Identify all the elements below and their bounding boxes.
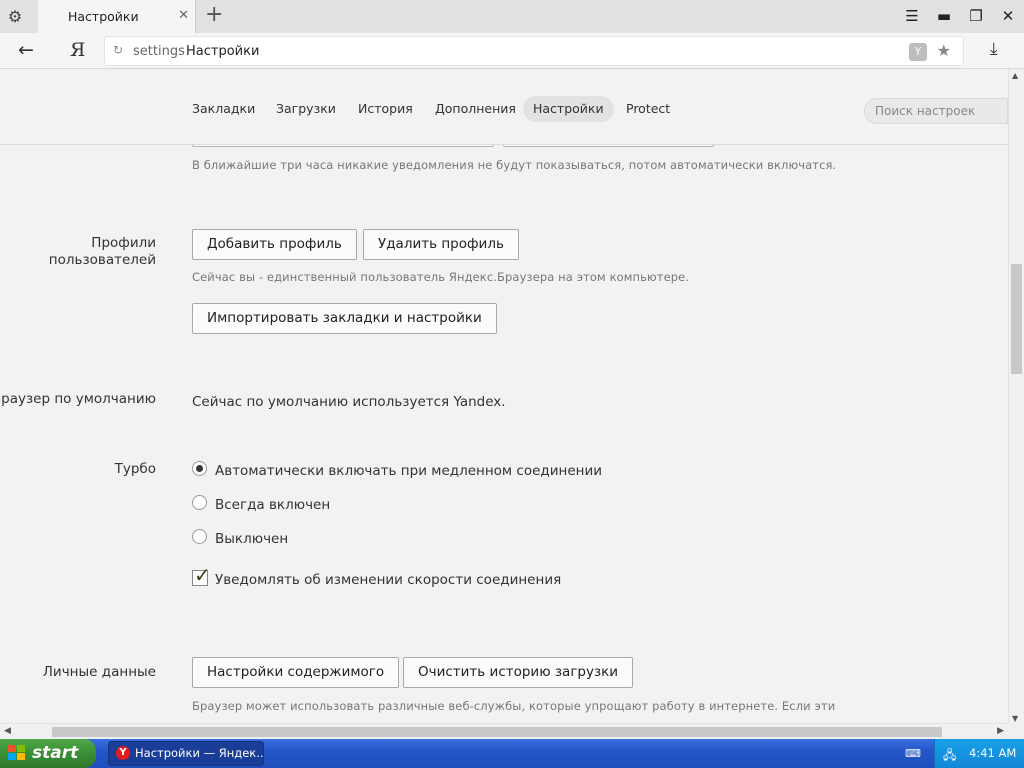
add-profile-button[interactable]: Добавить профиль <box>192 229 357 260</box>
close-icon[interactable]: ✕ <box>178 8 189 23</box>
nav-protect[interactable]: Protect <box>616 96 680 122</box>
taskbar-item-yandex[interactable]: Y Настройки — Яндек... <box>108 741 264 766</box>
default-browser-label: Браузер по умолчанию <box>0 391 156 407</box>
turbo-off-label[interactable]: Выключен <box>215 531 288 547</box>
vertical-scroll-thumb[interactable] <box>1011 264 1022 374</box>
turbo-always-label[interactable]: Всегда включен <box>215 497 330 513</box>
notify-speed-label[interactable]: Уведомлять об изменении скорости соедине… <box>215 572 561 588</box>
search-input[interactable]: Поиск настроек <box>864 98 1008 124</box>
address-bar[interactable]: ↻ settings Настройки Y ★ <box>104 36 964 66</box>
clear-history-button[interactable]: Очистить историю загрузки <box>403 657 634 688</box>
profiles-label-line2: пользователей <box>48 252 156 268</box>
scrollbar-corner <box>1008 723 1024 739</box>
turbo-label: Турбо <box>114 461 156 477</box>
nav-history[interactable]: История <box>348 96 423 122</box>
window-controls: ☰ ▬ ❐ ✕ <box>902 6 1018 26</box>
tab-settings[interactable]: Настройки ✕ <box>38 0 196 33</box>
restore-icon[interactable]: ❐ <box>966 6 986 26</box>
yandex-browser-icon: Y <box>116 746 130 760</box>
notify-speed-checkbox[interactable]: ✓ <box>192 565 211 586</box>
turbo-auto-radio[interactable] <box>192 461 207 476</box>
horizontal-scrollbar[interactable]: ◀ ▶ <box>0 723 1008 739</box>
scroll-up-icon[interactable]: ▲ <box>1012 71 1018 80</box>
yandex-logo[interactable]: Я <box>70 39 85 61</box>
nav-settings[interactable]: Настройки <box>523 96 614 122</box>
notifications-button-partial[interactable] <box>192 145 494 147</box>
url-page: Настройки <box>186 44 260 59</box>
scroll-down-icon[interactable]: ▼ <box>1012 714 1018 723</box>
start-button[interactable]: start <box>0 739 96 768</box>
network-icon[interactable]: 🖧 <box>943 746 956 767</box>
default-browser-text: Сейчас по умолчанию используется Yandex. <box>192 394 506 410</box>
url-protocol: settings <box>133 44 185 59</box>
arrow-left-icon[interactable]: ← <box>18 39 34 61</box>
horizontal-scroll-thumb[interactable] <box>52 727 942 737</box>
personal-hint: Браузер может использовать различные веб… <box>192 699 836 713</box>
system-tray: 🖧 4:41 AM <box>934 739 1024 768</box>
content-settings-button[interactable]: Настройки содержимого <box>192 657 400 688</box>
nav-extensions[interactable]: Дополнения <box>425 96 526 122</box>
scroll-right-icon[interactable]: ▶ <box>997 726 1004 736</box>
tab-title: Настройки <box>68 9 139 24</box>
nav-downloads[interactable]: Загрузки <box>266 96 346 122</box>
download-icon[interactable]: ⤓ <box>990 39 998 59</box>
start-label: start <box>32 743 79 763</box>
turbo-auto-label[interactable]: Автоматически включать при медленном сое… <box>215 463 602 479</box>
minimize-icon[interactable]: ▬ <box>934 6 954 26</box>
delete-profile-button[interactable]: Удалить профиль <box>363 229 519 260</box>
star-icon[interactable]: ★ <box>937 41 951 60</box>
windows-logo-icon <box>8 745 26 762</box>
nav-bookmarks[interactable]: Закладки <box>182 96 265 122</box>
turbo-off-radio[interactable] <box>192 529 207 544</box>
personal-data-label: Личные данные <box>42 664 156 680</box>
notifications-hint: В ближайшие три часа никакие уведомления… <box>192 158 837 172</box>
turbo-always-radio[interactable] <box>192 495 207 510</box>
menu-icon[interactable]: ☰ <box>902 6 922 26</box>
new-tab-button[interactable]: + <box>205 4 223 26</box>
profiles-label-line1: Профили <box>91 235 156 251</box>
keyboard-icon[interactable]: ⌨ <box>905 747 921 760</box>
taskbar: start Y Настройки — Яндек... ⌨ 🖧 4:41 AM <box>0 739 1024 768</box>
notifications-button-partial-2[interactable] <box>503 145 714 147</box>
profiles-label: Профили пользователей <box>20 235 156 269</box>
close-window-icon[interactable]: ✕ <box>998 6 1018 26</box>
gear-icon[interactable]: ⚙ <box>6 8 24 26</box>
tab-bar: ⚙ Настройки ✕ + ☰ ▬ ❐ ✕ <box>0 0 1024 33</box>
taskbar-item-label: Настройки — Яндек... <box>135 746 264 760</box>
checkmark-icon: ✓ <box>194 563 211 587</box>
vertical-scrollbar[interactable]: ▲ ▼ <box>1008 69 1024 723</box>
reload-icon[interactable]: ↻ <box>113 43 123 57</box>
import-bookmarks-button[interactable]: Импортировать закладки и настройки <box>192 303 497 334</box>
yandex-icon[interactable]: Y <box>909 43 927 61</box>
settings-content: В ближайшие три часа никакие уведомления… <box>0 145 1008 723</box>
scroll-left-icon[interactable]: ◀ <box>4 726 11 736</box>
address-row: ← Я ↻ settings Настройки Y ★ ⤓ <box>0 33 1024 69</box>
clock[interactable]: 4:41 AM <box>969 746 1016 760</box>
settings-nav: Закладки Загрузки История Дополнения Нас… <box>0 69 1008 145</box>
profiles-hint: Сейчас вы - единственный пользователь Ян… <box>192 270 690 284</box>
